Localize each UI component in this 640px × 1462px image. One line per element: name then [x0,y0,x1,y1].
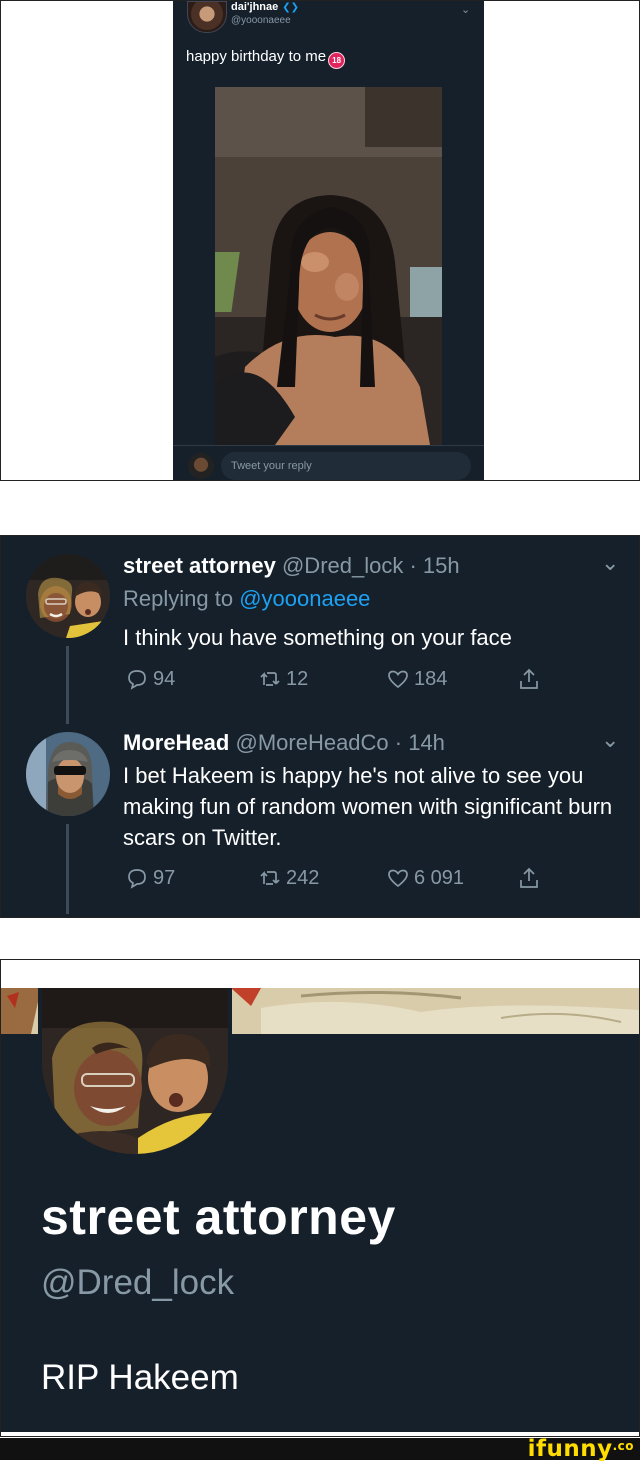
tweet-photo[interactable] [215,87,442,445]
chevron-down-icon[interactable]: ⌄ [461,3,470,16]
handle[interactable]: @yooonaeee [231,15,291,26]
avatar-photo [26,554,110,638]
display-name[interactable]: street attorney [123,553,276,578]
footer-bar: ifunny.co [0,1436,640,1462]
share-icon [520,867,538,888]
reply-count: 94 [153,667,176,690]
retweet-count: 242 [286,866,320,889]
reply-count: 97 [153,866,176,889]
avatar [42,988,228,1154]
handle-time[interactable]: @Dred_lock · 15h [282,553,460,578]
like-count: 184 [414,667,448,690]
retweet-button[interactable]: 242 [258,866,319,890]
comment-icon [128,869,146,889]
thread-line [66,646,69,724]
reply-text: I think you have something on your face [123,625,512,650]
display-name[interactable]: MoreHead [123,730,229,755]
replying-to: Replying to @yooonaeee [123,586,370,612]
reply-input-placeholder: Tweet your reply [231,460,312,472]
heart-icon [388,869,408,888]
chevron-down-icon[interactable]: ⌄ [601,727,619,753]
tweet-author-line[interactable]: dai'jhnae ❮❯ [231,1,299,13]
divider [173,445,484,446]
profile-bio: RIP Hakeem [41,1358,239,1397]
retweet-icon [260,870,280,885]
avatar[interactable] [26,732,110,816]
thread-line [66,824,69,914]
original-tweet-screenshot: dai'jhnae ❮❯ @yooonaeee ⌄ happy birthday … [0,0,640,481]
like-count: 6 091 [414,866,465,889]
profile-screenshot: street attorney @Dred_lock RIP Hakeem [0,959,640,1437]
tweet-card: dai'jhnae ❮❯ @yooonaeee ⌄ happy birthday … [173,1,484,480]
handle-time[interactable]: @MoreHeadCo · 14h [235,730,444,755]
profile-display-name: street attorney [41,1189,396,1245]
selfie-photo [215,87,442,445]
avatar-photo [26,732,110,816]
watermark-suffix: .co [612,1439,634,1453]
reply-thread: street attorney @Dred_lock · 15h ⌄ Reply… [0,535,640,918]
display-name[interactable]: dai'jhnae [231,1,278,13]
tweet-text-content: happy birthday to me [186,48,327,65]
retweet-icon [260,671,280,686]
share-button[interactable] [517,866,541,890]
avatar-photo [42,988,228,1154]
reply-author-line[interactable]: street attorney @Dred_lock · 15h [123,553,460,579]
comment-icon [128,670,146,690]
mention-link[interactable]: @yooonaeee [239,586,370,611]
like-button[interactable]: 6 091 [386,866,464,890]
share-button[interactable] [517,667,541,691]
share-icon [520,668,538,689]
avatar[interactable] [26,554,110,638]
retweet-button[interactable]: 12 [258,667,308,691]
heart-icon [388,670,408,689]
profile-avatar[interactable] [38,988,232,1158]
ifunny-watermark: ifunny.co [528,1436,634,1462]
retweet-count: 12 [286,667,309,690]
no-under-18-emoji-icon: 18 [328,52,346,69]
replying-prefix: Replying to [123,586,234,611]
avatar [188,453,214,479]
reply-text: I bet Hakeem is happy he's not alive to … [123,763,613,850]
tweet-text: happy birthday to me 18 [186,48,346,69]
reply-button[interactable]: 97 [125,866,175,890]
reply-author-line[interactable]: MoreHead @MoreHeadCo · 14h [123,730,445,756]
divider [1,960,639,988]
like-button[interactable]: 184 [386,667,447,691]
butterfly-icon: ❮❯ [282,2,300,13]
profile-handle: @Dred_lock [41,1263,235,1302]
watermark-text: ifunny [527,1436,613,1462]
avatar[interactable] [187,1,227,33]
chevron-down-icon[interactable]: ⌄ [601,550,619,576]
reply-button[interactable]: 94 [125,667,175,691]
